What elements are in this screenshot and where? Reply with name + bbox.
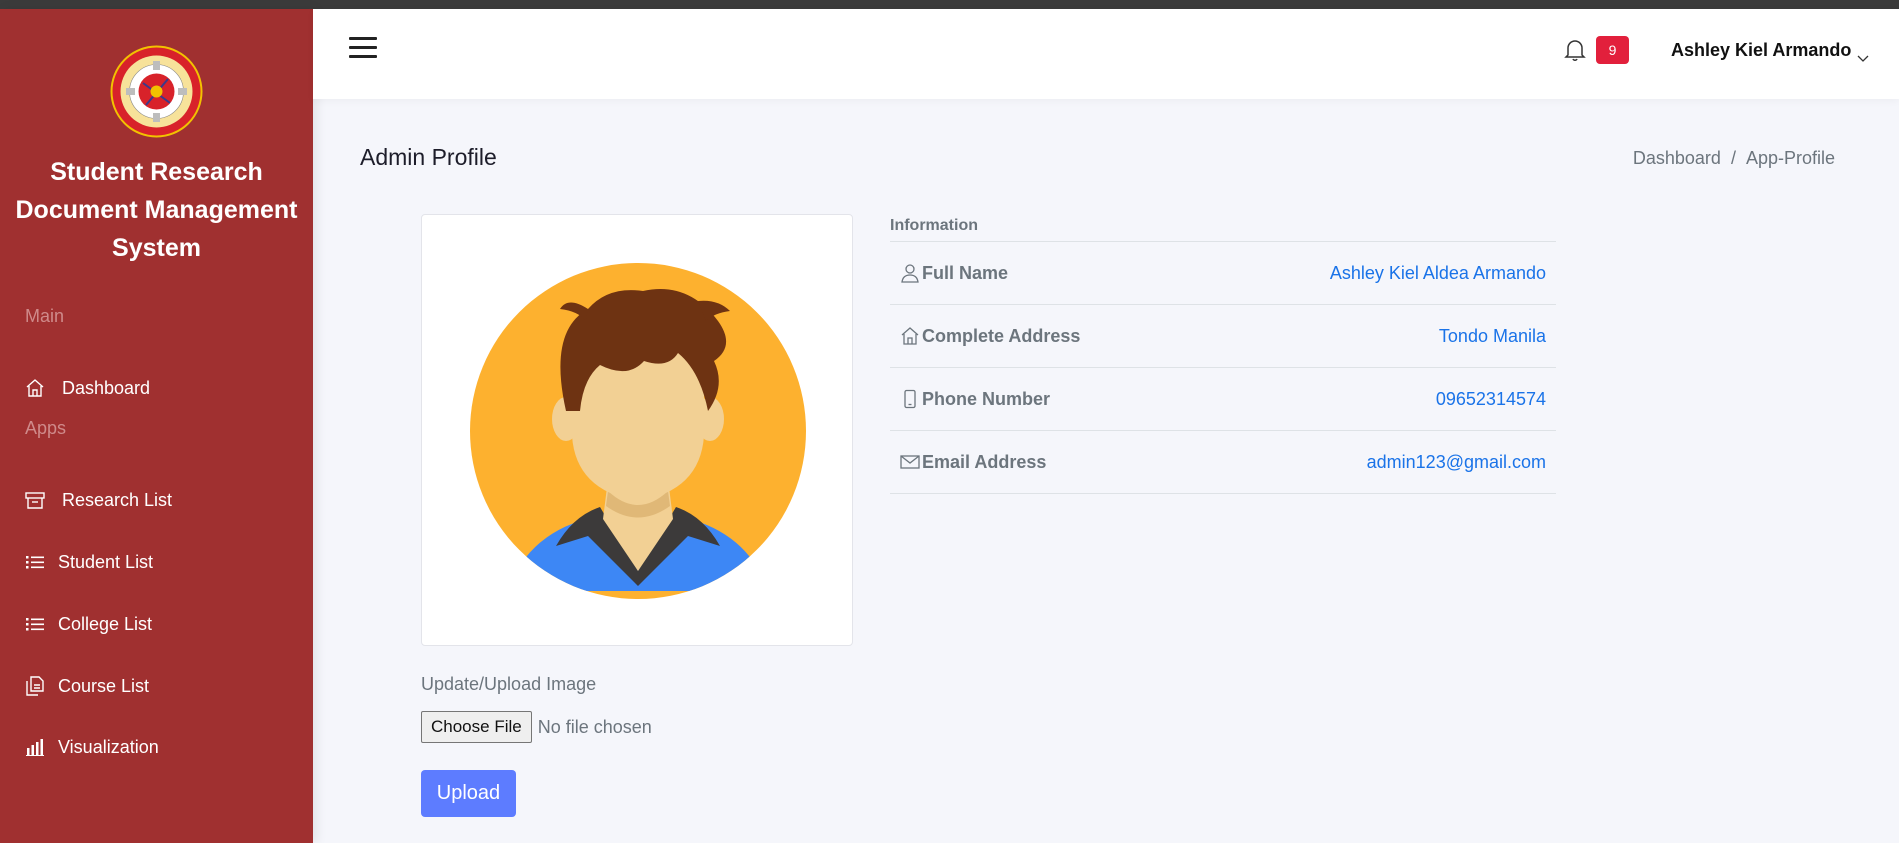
profile-avatar-card xyxy=(421,214,853,646)
info-row-full-name: Full Name Ashley Kiel Aldea Armando xyxy=(890,242,1556,305)
brand-line: System xyxy=(112,234,201,262)
sidebar-item-course-list[interactable]: Course List xyxy=(0,663,313,709)
info-value: Ashley Kiel Aldea Armando xyxy=(1329,262,1546,283)
info-value: Tondo Manila xyxy=(1438,325,1546,346)
sidebar-item-dashboard[interactable]: Dashboard xyxy=(0,365,313,411)
sidebar-item-label: Course List xyxy=(58,675,150,696)
user-menu-dropdown[interactable]: Ashley Kiel Armando xyxy=(1671,40,1869,62)
menu-header-main: Main xyxy=(25,306,65,326)
user-icon xyxy=(900,263,920,283)
breadcrumb-link-dashboard[interactable]: Dashboard xyxy=(1633,148,1721,169)
upload-button[interactable]: Upload xyxy=(421,770,516,817)
menu-header-apps: Apps xyxy=(25,418,67,438)
list-icon xyxy=(24,613,46,635)
home-icon xyxy=(24,377,46,399)
brand-line: Student Research xyxy=(50,158,263,186)
home-icon xyxy=(900,326,920,346)
information-table: Full Name Ashley Kiel Aldea Armando Comp… xyxy=(890,241,1556,494)
file-input: Choose File No file chosen xyxy=(421,711,652,743)
choose-file-button[interactable]: Choose File xyxy=(421,711,532,743)
menu-toggle-icon[interactable] xyxy=(349,37,377,61)
info-row-email: Email Address admin123@gmail.com xyxy=(890,431,1556,494)
breadcrumb-current: App-Profile xyxy=(1745,148,1835,168)
sidebar-item-label: Research List xyxy=(62,489,173,510)
info-label: Email Address xyxy=(922,451,1047,472)
user-name: Ashley Kiel Armando xyxy=(1671,40,1852,60)
info-label: Full Name xyxy=(922,262,1009,283)
info-label: Phone Number xyxy=(922,388,1051,409)
copy-icon xyxy=(24,675,46,697)
user-avatar-illustration xyxy=(470,263,806,599)
information-heading: Information xyxy=(890,217,978,234)
envelope-icon xyxy=(900,452,920,472)
page-title: Admin Profile xyxy=(360,144,497,170)
phone-icon xyxy=(900,389,920,409)
info-row-address: Complete Address Tondo Manila xyxy=(890,305,1556,368)
brand-line: Document Management xyxy=(15,196,298,224)
sidebar-item-label: Visualization xyxy=(58,736,159,757)
sidebar-item-label: College List xyxy=(58,613,153,634)
sidebar-item-visualization[interactable]: Visualization xyxy=(0,724,313,770)
chevron-down-icon xyxy=(1857,47,1869,62)
sidebar-item-label: Dashboard xyxy=(62,377,151,398)
sidebar-item-college-list[interactable]: College List xyxy=(0,601,313,647)
notification-count-badge[interactable]: 9 xyxy=(1596,36,1629,64)
info-row-phone: Phone Number 09652314574 xyxy=(890,368,1556,431)
top-navbar: 9 Ashley Kiel Armando xyxy=(313,9,1899,99)
app-brand-title: Student Research Document Management Sys… xyxy=(0,153,313,267)
sidebar: Student Research Document Management Sys… xyxy=(0,9,313,843)
breadcrumb-separator: / xyxy=(1730,148,1736,168)
breadcrumb: Dashboard / App-Profile xyxy=(1633,148,1835,169)
sidebar-item-research-list[interactable]: Research List xyxy=(0,477,313,523)
bar-chart-icon xyxy=(24,736,46,758)
file-status-text: No file chosen xyxy=(537,716,652,737)
sidebar-item-student-list[interactable]: Student List xyxy=(0,539,313,585)
info-value: 09652314574 xyxy=(1435,388,1546,409)
archive-icon xyxy=(24,489,46,511)
info-value: admin123@gmail.com xyxy=(1366,451,1546,472)
upload-image-label: Update/Upload Image xyxy=(421,674,597,694)
list-icon xyxy=(24,551,46,573)
university-logo xyxy=(110,45,203,138)
bell-icon[interactable] xyxy=(1563,37,1587,65)
info-label: Complete Address xyxy=(922,325,1081,346)
window-top-strip xyxy=(0,0,1899,9)
sidebar-item-label: Student List xyxy=(58,551,154,572)
